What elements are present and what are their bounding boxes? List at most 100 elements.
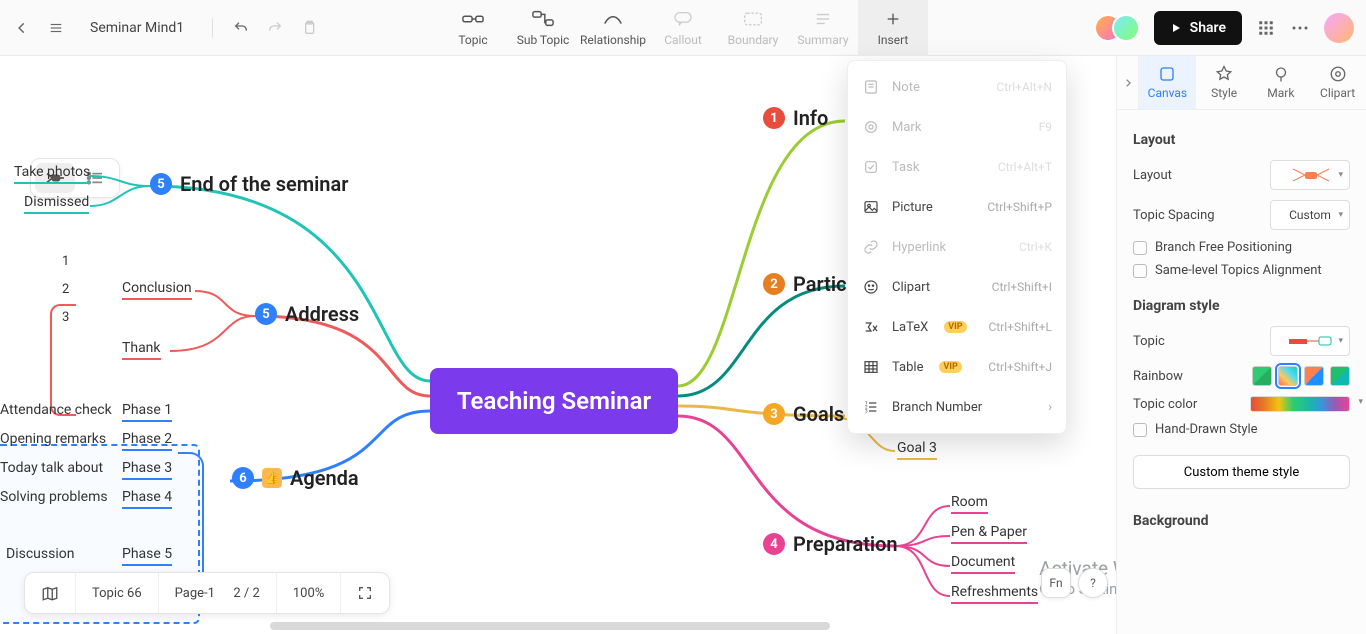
collaborator-avatars[interactable] [1094, 14, 1140, 42]
menu-item-table[interactable]: Table VIP Ctrl+Shift+J [848, 347, 1066, 387]
topic-agenda[interactable]: 6 👍 Agenda [232, 466, 359, 490]
menu-shortcut: F9 [1039, 120, 1052, 134]
tab-label: Style [1211, 86, 1237, 100]
more-icon[interactable] [1290, 18, 1310, 38]
menu-item-picture[interactable]: Picture Ctrl+Shift+P [848, 187, 1066, 227]
tool-callout: Callout [648, 0, 718, 56]
rainbow-opt-4[interactable] [1330, 366, 1350, 386]
clipart-tab-icon [1329, 65, 1347, 83]
chk-branch-free[interactable]: Branch Free Positioning [1133, 240, 1350, 255]
share-button[interactable]: Share [1154, 11, 1242, 45]
topic-style-label: Topic [1133, 334, 1165, 349]
picture-icon [862, 199, 880, 215]
callout-icon [673, 9, 693, 29]
menu-label: LaTeX [892, 320, 928, 335]
tab-mark[interactable]: Mark [1253, 56, 1310, 109]
spacing-select[interactable]: Custom [1270, 200, 1350, 230]
tool-subtopic[interactable]: Sub Topic [508, 0, 578, 56]
chk-same-level[interactable]: Same-level Topics Alignment [1133, 263, 1350, 278]
tab-style[interactable]: Style [1196, 56, 1253, 109]
leaf-agenda-item[interactable]: Opening remarks [0, 431, 106, 449]
menu-item-latex[interactable]: LaTeX VIP Ctrl+Shift+L [848, 307, 1066, 347]
layout-thumb-icon [1280, 163, 1340, 187]
tab-clipart[interactable]: Clipart [1309, 56, 1366, 109]
rainbow-opt-1[interactable] [1252, 366, 1272, 386]
leaf-agenda-item[interactable]: Today talk about [0, 460, 103, 478]
fn-button[interactable]: Fn [1041, 568, 1071, 598]
tool-topic[interactable]: Topic [438, 0, 508, 56]
menu-item-task: Task Ctrl+Alt+T [848, 147, 1066, 187]
status-map-icon[interactable] [25, 573, 76, 613]
topic-info[interactable]: 1 Info [763, 106, 828, 130]
leaf-agenda-item[interactable]: Discussion [6, 546, 74, 564]
leaf-agenda-item[interactable]: Attendance check [0, 402, 112, 420]
apps-grid-icon[interactable] [1256, 18, 1276, 38]
leaf-prep[interactable]: Pen & Paper [951, 524, 1027, 546]
topic-end-seminar[interactable]: 5 End of the seminar [150, 172, 348, 196]
status-fullscreen-icon[interactable] [341, 573, 389, 613]
leaf-conclusion[interactable]: Conclusion [122, 280, 192, 302]
horizontal-scrollbar[interactable] [270, 622, 830, 630]
tab-canvas[interactable]: Canvas [1139, 56, 1196, 109]
leaf-phase[interactable]: Phase 5 [122, 546, 172, 568]
leaf-phase[interactable]: Phase 3 [122, 460, 172, 482]
latex-icon [862, 319, 880, 335]
thumbs-up-icon: 👍 [262, 468, 282, 488]
leaf-goal3[interactable]: Goal 3 [897, 440, 937, 462]
hamburger-icon[interactable] [46, 18, 66, 38]
menu-item-mark: Mark F9 [848, 107, 1066, 147]
menu-label: Task [892, 160, 919, 175]
canvas-icon [1158, 65, 1176, 83]
tool-relationship[interactable]: Relationship [578, 0, 648, 56]
chk-hand-drawn[interactable]: Hand-Drawn Style [1133, 422, 1350, 437]
rainbow-options [1252, 366, 1350, 386]
leaf-num[interactable]: 1 [62, 254, 69, 269]
menu-item-clipart[interactable]: Clipart Ctrl+Shift+I [848, 267, 1066, 307]
checkbox-icon [1133, 423, 1147, 437]
topic-address[interactable]: 5 Address [255, 302, 359, 326]
collapse-panel-icon[interactable] [1117, 56, 1139, 109]
share-label: Share [1190, 20, 1226, 36]
topic-style-select[interactable] [1270, 326, 1350, 356]
help-button[interactable]: ? [1078, 568, 1108, 598]
leaf-prep[interactable]: Room [951, 494, 988, 516]
tool-insert[interactable]: Insert [858, 0, 928, 56]
leaf-prep[interactable]: Refreshments [951, 584, 1038, 606]
top-toolbar: Seminar Mind1 Topic Sub Topic Relationsh… [0, 0, 1366, 56]
root-node[interactable]: Teaching Seminar [430, 368, 678, 434]
leaf-end[interactable]: Dismissed [24, 194, 89, 216]
rainbow-opt-2[interactable] [1278, 366, 1298, 386]
menu-shortcut: Ctrl+Alt+N [996, 80, 1052, 94]
status-zoom[interactable]: 100% [277, 573, 341, 613]
status-topic-count[interactable]: Topic 66 [76, 573, 159, 613]
topic-preparation[interactable]: 4 Preparation [763, 532, 898, 556]
rainbow-opt-3[interactable] [1304, 366, 1324, 386]
tab-label: Clipart [1320, 86, 1355, 100]
user-avatar[interactable] [1324, 13, 1354, 43]
document-title[interactable]: Seminar Mind1 [90, 20, 184, 36]
custom-theme-button[interactable]: Custom theme style [1133, 455, 1350, 489]
leaf-phase[interactable]: Phase 2 [122, 431, 172, 453]
leaf-end[interactable]: Take photos [14, 164, 90, 186]
topic-label: End of the seminar [180, 172, 348, 196]
leaf-num[interactable]: 2 [62, 282, 69, 297]
topic-color-select[interactable] [1250, 396, 1350, 412]
chk-label: Branch Free Positioning [1155, 240, 1292, 255]
leaf-num[interactable]: 3 [62, 310, 69, 325]
number-badge: 2 [763, 273, 785, 295]
status-page[interactable]: Page-1 2 / 2 [159, 573, 277, 613]
layout-select[interactable] [1270, 160, 1350, 190]
side-panel: Canvas Style Mark Clipart Layout Layout … [1116, 56, 1366, 634]
topic-goals[interactable]: 3 Goals [763, 402, 844, 426]
leaf-thank[interactable]: Thank [122, 340, 161, 362]
topic-label: Agenda [290, 466, 359, 490]
menu-item-branch-number[interactable]: 123 Branch Number [848, 387, 1066, 427]
leaf-phase[interactable]: Phase 1 [122, 402, 172, 424]
topic-icon [462, 9, 484, 29]
leaf-agenda-item[interactable]: Solving problems [0, 489, 108, 507]
mark-icon [862, 119, 880, 135]
undo-icon[interactable] [231, 18, 251, 38]
leaf-phase[interactable]: Phase 4 [122, 489, 172, 511]
leaf-prep[interactable]: Document [951, 554, 1015, 576]
back-icon[interactable] [12, 18, 32, 38]
